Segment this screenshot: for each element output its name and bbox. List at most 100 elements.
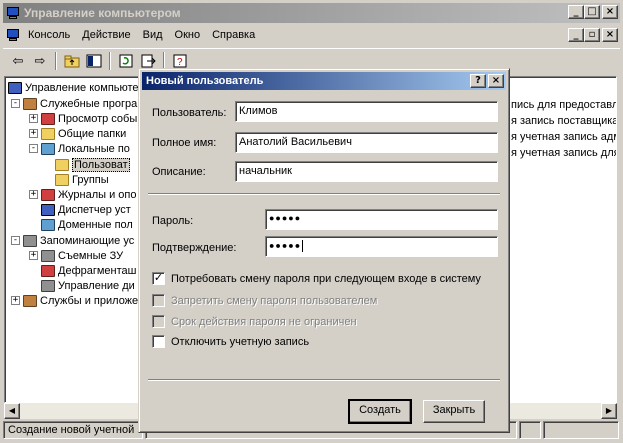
expand-icon[interactable]: + [11,296,20,305]
tree-item-label: Доменные пол [58,218,133,231]
expand-icon[interactable]: + [29,251,38,260]
dialog-help-button[interactable]: ? [470,74,486,88]
username-field[interactable]: Климов [235,101,498,122]
console-tree-icon [86,54,102,67]
checkbox-label: Срок действия пароля не ограничен [171,315,357,328]
collapse-icon[interactable]: - [11,236,20,245]
back-button[interactable]: ⇦ [7,51,29,71]
description-field[interactable]: начальник [235,161,498,182]
mdi-minimize-button[interactable]: _ [568,28,584,42]
tree-item[interactable]: Диспетчер уст [41,203,131,216]
svg-text:?: ? [177,57,183,68]
scroll-left-icon[interactable]: ◀ [4,403,20,419]
username-label: Пользователь: [152,107,227,119]
list-item[interactable]: я учетная запись для . [511,147,616,159]
window-title: Управление компьютером [24,6,181,20]
tree-item[interactable]: - Локальные по [29,142,130,155]
tree-item[interactable]: + Общие папки [29,127,126,140]
tree-item[interactable]: Дефрагменташ [41,264,136,277]
tree-item-users[interactable]: Пользоват [55,157,130,172]
checkbox-label: Запретить смену пароля пользователем [171,294,378,307]
menu-view[interactable]: Вид [137,29,169,41]
expand-icon[interactable]: + [29,114,38,123]
toolbar-separator [55,51,57,70]
create-button[interactable]: Создать [348,399,412,424]
refresh-icon [119,54,133,67]
forward-button[interactable]: ⇨ [29,51,51,71]
collapse-icon[interactable]: - [29,144,38,153]
new-user-dialog: Новый пользователь ? × Пользователь: Кли… [138,68,510,433]
dialog-title-bar[interactable]: Новый пользователь ? × [142,72,506,90]
dialog-close-button[interactable]: × [488,74,504,88]
description-label: Описание: [152,166,206,178]
separator [148,193,500,195]
refresh-button[interactable] [115,51,137,71]
tree-item[interactable]: - Запоминающие ус [11,234,134,247]
cannot-change-password-checkbox[interactable]: Запретить смену пароля пользователем [152,294,377,307]
tree-item[interactable]: + Службы и приложе [11,294,138,307]
tree-item[interactable]: + Журналы и опо [29,188,137,201]
tree-item[interactable]: + Просмотр собы [29,112,137,125]
shared-folders-icon [41,127,55,140]
main-title-bar[interactable]: Управление компьютером _ □ × [3,3,620,23]
close-dialog-button[interactable]: Закрыть [423,400,485,423]
password-field[interactable]: ●●●●● [265,209,498,230]
menu-bar: Консоль Действие Вид Окно Справка _ ▫ × [3,25,620,45]
tools-icon [23,97,37,110]
confirm-password-label: Подтверждение: [152,242,237,254]
account-disabled-checkbox[interactable]: Отключить учетную запись [152,335,309,348]
expand-icon[interactable]: + [29,129,38,138]
list-item[interactable]: я запись поставщика [511,115,616,127]
tree-item-label: Группы [72,173,109,186]
confirm-password-field[interactable]: ●●●●● [265,236,498,257]
fullname-field[interactable]: Анатолий Васильевич [235,132,498,153]
password-never-expires-checkbox[interactable]: Срок действия пароля не ограничен [152,315,357,328]
show-hide-tree-button[interactable] [83,51,105,71]
help-book-icon: ? [173,54,187,68]
up-level-button[interactable] [61,51,83,71]
list-item[interactable]: пись для предоставле [511,99,616,111]
checkbox-label: Потребовать смену пароля при следующем в… [171,272,481,285]
local-users-icon [41,142,55,155]
toolbar-separator [109,51,111,70]
menu-help[interactable]: Справка [206,29,261,41]
toolbar-separator [163,51,165,70]
confirm-password-value: ●●●●● [269,240,302,251]
expand-icon[interactable]: + [29,190,38,199]
mdi-close-button[interactable]: × [602,28,618,42]
tree-item[interactable]: - Служебные програ [11,97,137,110]
status-panel [543,421,619,439]
close-button[interactable]: × [602,5,618,19]
menu-console[interactable]: Консоль [22,29,76,41]
menu-action[interactable]: Действие [76,29,136,41]
tree-item-label: Локальные по [58,142,130,155]
computer-management-icon [6,7,20,19]
details-pane[interactable]: пись для предоставле я запись поставщика… [506,76,617,403]
disk-management-icon [41,279,55,292]
storage-icon [23,234,37,247]
console-icon [6,29,20,41]
password-label: Пароль: [152,215,194,227]
checkbox-icon [152,294,165,307]
scroll-right-icon[interactable]: ▶ [601,403,617,419]
forward-arrow-icon: ⇨ [34,52,46,68]
separator [148,379,500,381]
console-tree[interactable]: Управление компьютером - Служебные прогр… [4,76,142,403]
tree-item-groups[interactable]: Группы [55,173,109,186]
tree-item[interactable]: Управление компьютером [8,81,141,94]
tree-item[interactable]: Доменные пол [41,218,133,231]
tree-item-label: Управление ди [58,279,135,292]
collapse-icon[interactable]: - [11,99,20,108]
maximize-button[interactable]: □ [584,5,600,19]
minimize-button[interactable]: _ [568,5,584,19]
must-change-password-checkbox[interactable]: ✓ Потребовать смену пароля при следующем… [152,272,481,285]
event-viewer-icon [41,112,55,125]
tree-item[interactable]: + Съемные ЗУ [29,249,123,262]
mdi-restore-button[interactable]: ▫ [584,28,600,42]
list-item[interactable]: я учетная запись адми [511,131,616,143]
menu-window[interactable]: Окно [169,29,207,41]
tree-item[interactable]: Управление ди [41,279,135,292]
folder-icon [55,173,69,186]
tree-item-label: Диспетчер уст [58,203,131,216]
tree-item-label: Службы и приложе [40,294,139,307]
